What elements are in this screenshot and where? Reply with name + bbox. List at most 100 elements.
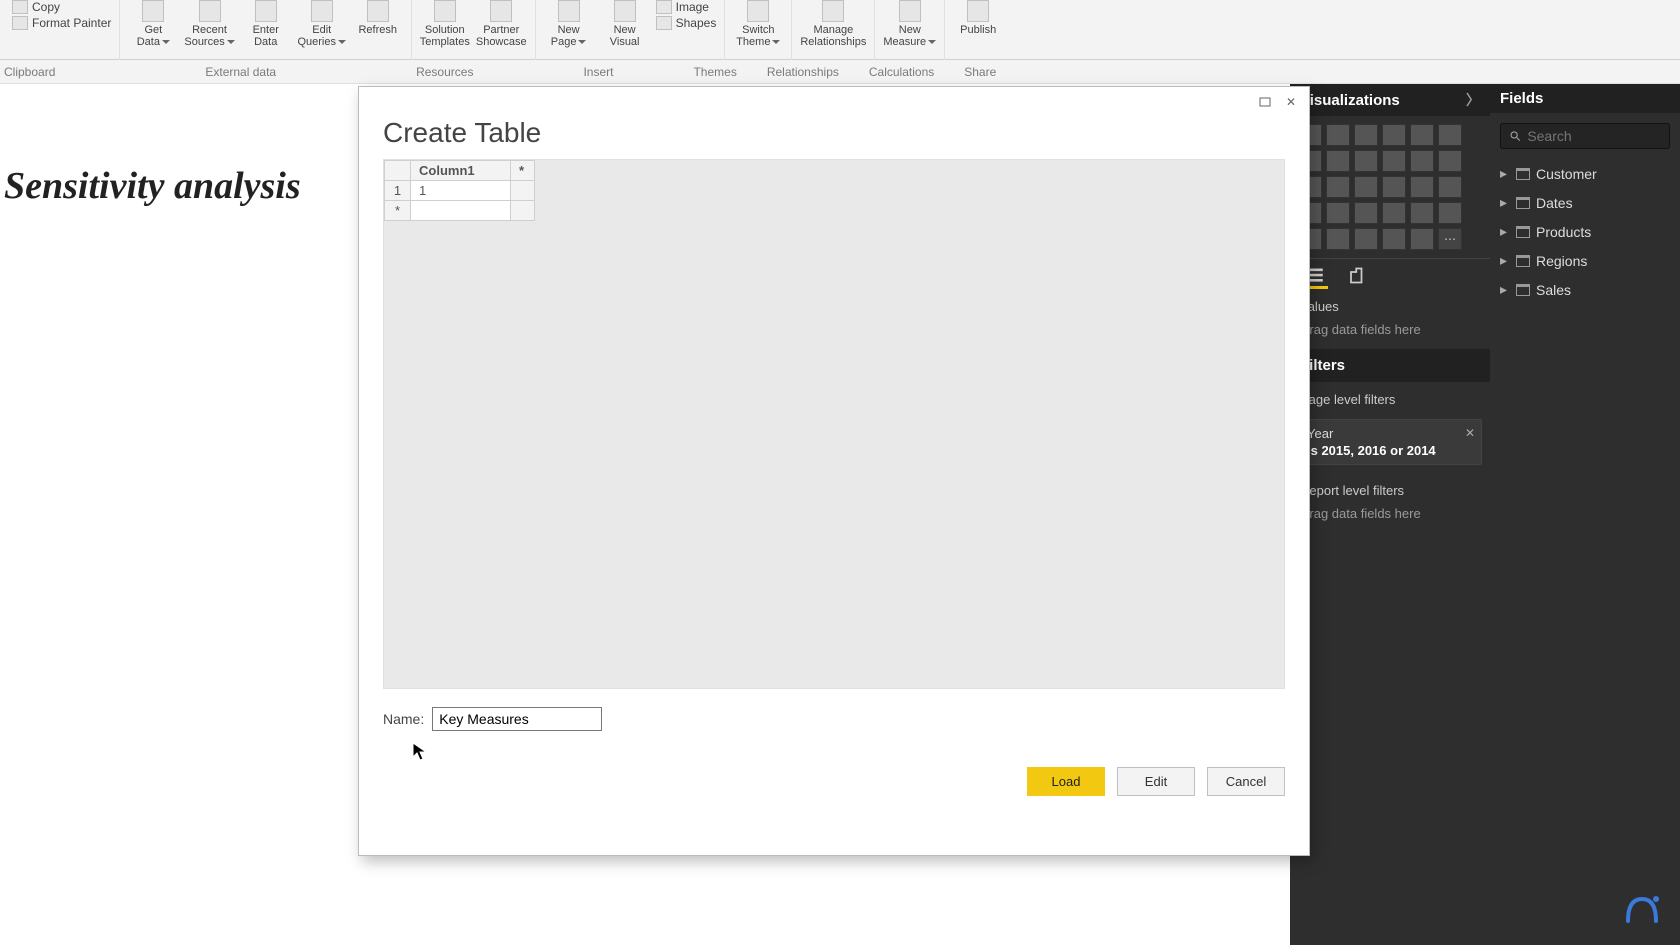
filter-card-subtitle: is 2015, 2016 or 2014 bbox=[1307, 443, 1473, 458]
get-data-label: Get Data bbox=[137, 24, 170, 48]
viz-stacked-area[interactable] bbox=[1354, 150, 1378, 172]
report-filters-drop-area[interactable]: Drag data fields here bbox=[1290, 502, 1490, 533]
filter-card-year[interactable]: ✕ Year is 2015, 2016 or 2014 bbox=[1298, 419, 1482, 465]
group-label-calculations: Calculations bbox=[869, 65, 934, 79]
field-table-regions[interactable]: ▸Regions bbox=[1490, 246, 1680, 275]
enter-data-icon bbox=[255, 0, 277, 22]
publish-label: Publish bbox=[960, 24, 996, 36]
viz-map[interactable] bbox=[1438, 176, 1462, 198]
maximize-button[interactable] bbox=[1255, 93, 1275, 111]
fields-search[interactable] bbox=[1500, 123, 1670, 149]
viz-card[interactable] bbox=[1382, 202, 1406, 224]
expand-icon: ▸ bbox=[1500, 165, 1510, 182]
grid-add-column[interactable]: * bbox=[511, 161, 535, 181]
table-icon bbox=[1516, 226, 1530, 238]
fields-search-input[interactable] bbox=[1527, 128, 1661, 144]
recent-sources-button[interactable]: Recent Sources bbox=[184, 0, 234, 48]
viz-table[interactable] bbox=[1326, 228, 1350, 250]
partner-showcase-button[interactable]: Partner Showcase bbox=[476, 0, 527, 48]
viz-arcgis[interactable] bbox=[1410, 228, 1434, 250]
refresh-button[interactable]: Refresh bbox=[353, 0, 403, 36]
grid-cell-empty[interactable] bbox=[511, 201, 535, 221]
visualization-type-grid: ⋯ bbox=[1290, 116, 1490, 258]
viz-gauge[interactable] bbox=[1354, 202, 1378, 224]
field-table-customer[interactable]: ▸Customer bbox=[1490, 159, 1680, 188]
viz-treemap[interactable] bbox=[1410, 176, 1434, 198]
refresh-label: Refresh bbox=[358, 24, 397, 36]
viz-matrix[interactable] bbox=[1354, 228, 1378, 250]
table-name-input[interactable] bbox=[432, 707, 602, 731]
solution-templates-button[interactable]: Solution Templates bbox=[420, 0, 470, 48]
grid-cell-empty[interactable] bbox=[411, 201, 511, 221]
field-table-sales[interactable]: ▸Sales bbox=[1490, 275, 1680, 304]
page-title: Sensitivity analysis bbox=[4, 164, 301, 208]
field-table-products[interactable]: ▸Products bbox=[1490, 217, 1680, 246]
copy-icon bbox=[12, 0, 28, 14]
viz-line-stacked-column[interactable] bbox=[1382, 150, 1406, 172]
search-icon bbox=[1509, 129, 1521, 143]
viz-100-bar[interactable] bbox=[1410, 124, 1434, 146]
new-visual-button[interactable]: New Visual bbox=[600, 0, 650, 48]
expand-icon: ▸ bbox=[1500, 252, 1510, 269]
fields-header[interactable]: Fields bbox=[1490, 84, 1680, 113]
viz-stacked-column[interactable] bbox=[1326, 124, 1350, 146]
viz-donut[interactable] bbox=[1382, 176, 1406, 198]
grid-column-header[interactable]: Column1 bbox=[411, 161, 511, 181]
viz-multi-row-card[interactable] bbox=[1410, 202, 1434, 224]
new-measure-label: New Measure bbox=[883, 24, 936, 48]
recent-sources-label: Recent Sources bbox=[184, 24, 234, 48]
load-button[interactable]: Load bbox=[1027, 767, 1105, 796]
switch-theme-button[interactable]: Switch Theme bbox=[733, 0, 783, 48]
copy-button[interactable]: Copy bbox=[12, 0, 111, 14]
image-button[interactable]: Image bbox=[656, 0, 717, 14]
grid-add-row[interactable]: * bbox=[385, 201, 411, 221]
field-table-dates[interactable]: ▸Dates bbox=[1490, 188, 1680, 217]
edit-button[interactable]: Edit bbox=[1117, 767, 1195, 796]
viz-clustered-column[interactable] bbox=[1382, 124, 1406, 146]
viz-funnel[interactable] bbox=[1326, 202, 1350, 224]
table-name-label: Name: bbox=[383, 711, 424, 727]
new-page-button[interactable]: New Page bbox=[544, 0, 594, 48]
publish-icon bbox=[967, 0, 989, 22]
field-table-label: Dates bbox=[1536, 195, 1573, 211]
viz-scatter[interactable] bbox=[1326, 176, 1350, 198]
viz-kpi[interactable] bbox=[1438, 202, 1462, 224]
viz-custom-import[interactable]: ⋯ bbox=[1438, 228, 1462, 250]
enter-data-label: Enter Data bbox=[253, 24, 279, 48]
visualizations-header[interactable]: Visualizations 〉 bbox=[1290, 84, 1490, 116]
viz-line-clustered-column[interactable] bbox=[1410, 150, 1434, 172]
shapes-label: Shapes bbox=[676, 16, 717, 30]
viz-pie[interactable] bbox=[1354, 176, 1378, 198]
enter-data-button[interactable]: Enter Data bbox=[241, 0, 291, 48]
shapes-button[interactable]: Shapes bbox=[656, 16, 717, 30]
viz-r[interactable] bbox=[1382, 228, 1406, 250]
recent-sources-icon bbox=[199, 0, 221, 22]
viz-clustered-bar[interactable] bbox=[1354, 124, 1378, 146]
manage-relationships-button[interactable]: Manage Relationships bbox=[800, 0, 866, 48]
viz-100-column[interactable] bbox=[1438, 124, 1462, 146]
viz-ribbon[interactable] bbox=[1438, 150, 1462, 172]
edit-queries-button[interactable]: Edit Queries bbox=[297, 0, 347, 48]
filter-remove-icon[interactable]: ✕ bbox=[1465, 426, 1475, 440]
values-drop-area[interactable]: Drag data fields here bbox=[1290, 318, 1490, 349]
cancel-button[interactable]: Cancel bbox=[1207, 767, 1285, 796]
close-button[interactable]: ✕ bbox=[1281, 93, 1301, 111]
publish-button[interactable]: Publish bbox=[953, 0, 1003, 36]
create-table-dialog: ✕ Create Table Column1 * 1 1 * Name: Lo bbox=[358, 86, 1310, 856]
image-label: Image bbox=[676, 0, 709, 14]
new-measure-button[interactable]: New Measure bbox=[883, 0, 936, 48]
manage-relationships-label: Manage Relationships bbox=[800, 24, 866, 48]
get-data-button[interactable]: Get Data bbox=[128, 0, 178, 48]
group-label-clipboard: Clipboard bbox=[4, 65, 55, 79]
grid-cell-empty[interactable] bbox=[511, 181, 535, 201]
format-painter-button[interactable]: Format Painter bbox=[12, 16, 111, 30]
viz-area[interactable] bbox=[1326, 150, 1350, 172]
format-tab[interactable] bbox=[1344, 265, 1372, 289]
table-icon bbox=[1516, 197, 1530, 209]
data-entry-grid[interactable]: Column1 * 1 1 * bbox=[383, 159, 1285, 689]
get-data-icon bbox=[142, 0, 164, 22]
grid-cell[interactable]: 1 bbox=[411, 181, 511, 201]
fields-pane: Fields ▸Customer ▸Dates ▸Products ▸Regio… bbox=[1490, 84, 1680, 945]
visualizations-header-label: Visualizations bbox=[1300, 92, 1400, 109]
grid-corner bbox=[385, 161, 411, 181]
